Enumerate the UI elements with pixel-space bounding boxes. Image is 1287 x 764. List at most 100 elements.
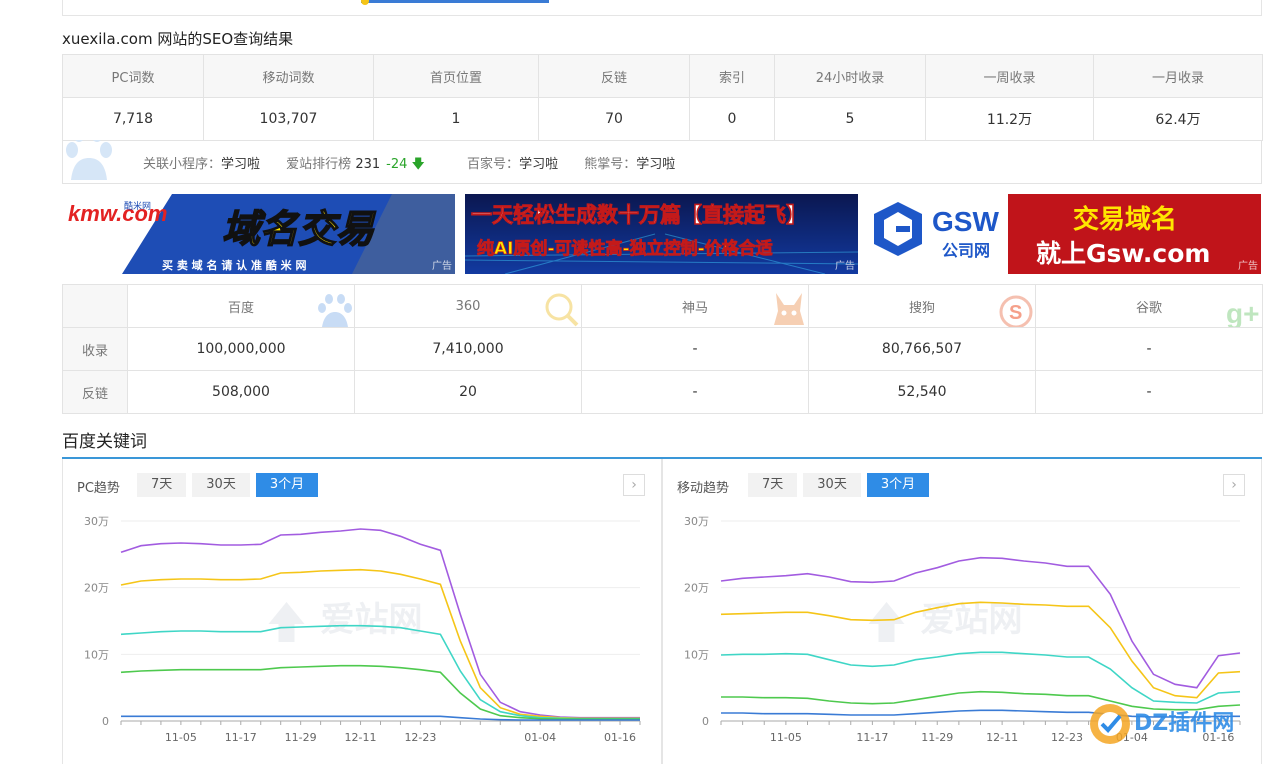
month-indexed-value: 62.4万: [1093, 97, 1263, 141]
header-month-indexed: 一月收录: [1093, 54, 1263, 98]
ad-banner-gsw[interactable]: GSW 公司网 交易域名 就上Gsw.com 广告: [868, 194, 1261, 274]
google-backlinks: -: [1035, 370, 1263, 414]
pc-tab-7d[interactable]: 7天: [137, 473, 187, 497]
backlink-row-label: 反链: [62, 370, 128, 414]
baijia-value[interactable]: 学习啦: [519, 157, 558, 172]
pc-x-tick-label: 11-29: [285, 731, 317, 744]
rank-value[interactable]: 231: [355, 157, 380, 172]
sogou-label: 搜狗: [908, 300, 935, 316]
pc-tab-3m[interactable]: 3个月: [255, 473, 319, 497]
ad-banner-kmw[interactable]: kmw.com 酷米网 域名交易 买 卖 域 名 请 认 准 酷 米 网 广告: [62, 194, 455, 274]
previous-section-strip: [62, 0, 1262, 16]
progress-bar: [361, 0, 549, 3]
mobile-trend-title: 移动趋势: [677, 481, 730, 496]
shenma-indexed: -: [581, 327, 809, 371]
dz-logo-text: DZ插件网: [1134, 711, 1234, 736]
google-label: 谷歌: [1135, 300, 1162, 316]
pc-words-value[interactable]: 7,718: [62, 97, 204, 141]
pc-y-tick-label: 0: [102, 715, 109, 728]
ad-banner-ai-article[interactable]: 一天轻松生成数十万篇【直接起飞】 纯AI原创-可读性高-独立控制-价格合适 广告: [465, 194, 858, 274]
mobile-y-tick-label: 20万: [684, 582, 709, 595]
rank-label: 爱站排行榜: [286, 157, 352, 172]
pc-trend-title: PC趋势: [77, 481, 120, 496]
rank-change-value: -24: [386, 157, 408, 172]
home-position-value: 1: [373, 97, 539, 141]
mobile-next-icon[interactable]: ›: [1223, 474, 1245, 496]
pc-next-icon[interactable]: ›: [623, 474, 645, 496]
down-arrow-icon: 🡇: [411, 157, 425, 172]
seo-summary-table: PC词数 移动词数 首页位置 反链 索引 24小时收录 一周收录 一月收录 7,…: [62, 54, 1263, 141]
mobile-watermark-icon: [868, 602, 905, 642]
360-label: 360: [455, 298, 481, 314]
mobile-range-tabs: 7天 30天 3个月: [748, 473, 930, 497]
header-pc-words: PC词数: [62, 54, 204, 98]
sogou-indexed[interactable]: 80,766,507: [808, 327, 1036, 371]
header-index: 索引: [689, 54, 775, 98]
header-24h-indexed: 24小时收录: [774, 54, 926, 98]
related-items: 关联小程序：学习啦 爱站排行榜 231 -24 🡇 百家号：学习啦 熊掌号：学习啦: [143, 153, 697, 177]
shenma-label: 神马: [681, 300, 708, 316]
baidu-indexed[interactable]: 100,000,000: [127, 327, 355, 371]
indexed-row: 收录 100,000,000 7,410,000 - 80,766,507 -: [62, 327, 1263, 371]
header-backlinks: 反链: [538, 54, 690, 98]
mobile-words-value[interactable]: 103,707: [203, 97, 374, 141]
ad3-line2: 就上Gsw.com: [1036, 239, 1210, 268]
ad3-tag: 广告: [1238, 261, 1258, 272]
pc-x-tick-label: 12-11: [345, 731, 377, 744]
ad3-line1: 交易域名: [1073, 204, 1177, 235]
ad1-sub: 买 卖 域 名 请 认 准 酷 米 网: [162, 258, 306, 272]
backlink-row: 反链 508,000 20 - 52,540 -: [62, 370, 1263, 414]
ad2-line1: 一天轻松生成数十万篇【直接起飞】: [471, 203, 807, 227]
mobile-y-tick-label: 30万: [684, 515, 709, 528]
header-google: 谷歌 g+: [1035, 284, 1263, 328]
ad1-brand: kmw.com: [68, 201, 167, 226]
indexed-row-label: 收录: [62, 327, 128, 371]
ad1-headline: 域名交易: [222, 207, 376, 251]
360-backlinks[interactable]: 20: [354, 370, 582, 414]
shenma-backlinks: -: [581, 370, 809, 414]
pc-x-tick-label: 11-17: [225, 731, 257, 744]
360-indexed[interactable]: 7,410,000: [354, 327, 582, 371]
pc-watermark: 爱站网: [321, 600, 423, 640]
pc-series-line-4: [120, 664, 640, 720]
header-shenma: 神马: [581, 284, 809, 328]
pc-y-tick-label: 20万: [84, 582, 109, 595]
progress-dot: [361, 0, 369, 5]
google-plus-icon: g+: [1226, 298, 1259, 328]
paw-watermark-icon: [63, 140, 125, 183]
dz-plugin-logo: DZ插件网: [1090, 704, 1234, 744]
ad1-brand-cn: 酷米网: [124, 200, 151, 212]
related-info-row: 关联小程序：学习啦 爱站排行榜 231 -24 🡇 百家号：学习啦 熊掌号：学习啦: [62, 140, 1262, 184]
baidu-backlinks[interactable]: 508,000: [127, 370, 355, 414]
svg-text:S: S: [1009, 302, 1022, 324]
baidu-label: 百度: [227, 300, 254, 316]
mobile-x-tick-label: 12-11: [986, 731, 1018, 744]
pc-tab-30d[interactable]: 30天: [192, 473, 250, 497]
mobile-y-tick-label: 0: [702, 715, 709, 728]
ad1-tag: 广告: [432, 261, 452, 272]
header-sogou: 搜狗 S: [808, 284, 1036, 328]
index-value: 0: [689, 97, 775, 141]
ad3-brand: GSW: [932, 206, 999, 237]
header-baidu: 百度: [127, 284, 355, 328]
mobile-x-tick-label: 11-05: [770, 731, 802, 744]
mobile-x-tick-label: 11-17: [856, 731, 888, 744]
backlinks-value[interactable]: 70: [538, 97, 690, 141]
ad2-line2: 纯AI原创-可读性高-独立控制-价格合适: [477, 238, 773, 259]
seo-header-row: PC词数 移动词数 首页位置 反链 索引 24小时收录 一周收录 一月收录: [62, 54, 1263, 98]
miniapp-label: 关联小程序：: [143, 157, 222, 172]
svg-text:g+: g+: [1226, 298, 1259, 328]
miniapp-value[interactable]: 学习啦: [221, 157, 260, 172]
mobile-tab-3m[interactable]: 3个月: [866, 473, 930, 497]
pc-x-tick-label: 11-05: [165, 731, 197, 744]
sogou-backlinks[interactable]: 52,540: [808, 370, 1036, 414]
mobile-x-tick-label: 11-29: [921, 731, 953, 744]
pc-y-tick-label: 30万: [84, 515, 109, 528]
xiongzhang-value[interactable]: 学习啦: [636, 157, 675, 172]
ad-gsw-graphic: GSW 公司网 交易域名 就上Gsw.com: [868, 194, 1261, 274]
24h-indexed-value: 5: [774, 97, 926, 141]
pc-trend-chart: 爱站网 0 10万 20万 30万 11-05 11-17 11-29 12-11 12-23 01…: [84, 515, 641, 744]
ad3-brand-cn: 公司网: [942, 241, 990, 260]
mobile-tab-30d[interactable]: 30天: [803, 473, 861, 497]
mobile-tab-7d[interactable]: 7天: [748, 473, 798, 497]
